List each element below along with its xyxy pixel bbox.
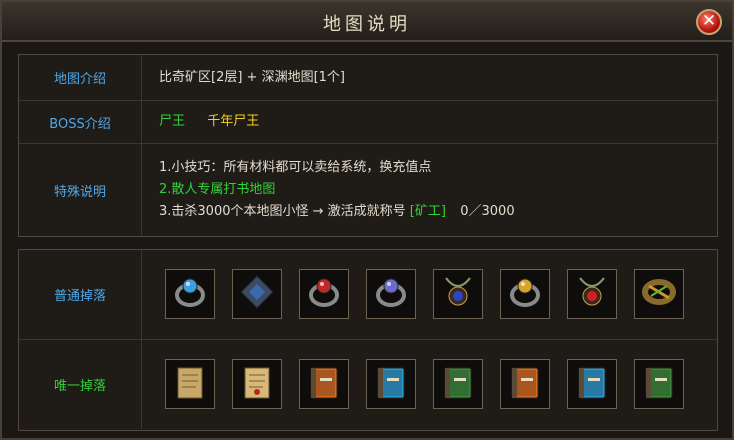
gold-ring-icon — [505, 272, 545, 316]
title-bar[interactable]: 地图说明 ✕ — [2, 2, 732, 42]
parchment-icon — [237, 362, 277, 406]
window-title: 地图说明 — [323, 14, 411, 35]
item-slot[interactable] — [299, 359, 349, 409]
item-slot[interactable] — [366, 269, 416, 319]
item-slot[interactable] — [165, 269, 215, 319]
unique-drops-label: 唯一掉落 — [19, 340, 142, 429]
kill-progress: 0／3000 — [460, 204, 515, 219]
item-slot[interactable] — [232, 269, 282, 319]
item-slot[interactable] — [366, 359, 416, 409]
sapphire-amulet-icon — [438, 272, 478, 316]
rune-stone-icon — [237, 272, 277, 316]
item-slot[interactable] — [433, 269, 483, 319]
map-row: 地图介绍 比奇矿区[2层] + 深渊地图[1个] — [19, 55, 717, 101]
map-value: 比奇矿区[2层] + 深渊地图[1个] — [159, 69, 345, 85]
item-slot[interactable] — [165, 359, 215, 409]
item-slot[interactable] — [232, 359, 282, 409]
green-skill-book-icon — [639, 362, 679, 406]
item-slot[interactable] — [634, 269, 684, 319]
close-icon[interactable]: ✕ — [696, 9, 722, 35]
map-info-window: 地图说明 ✕ 地图介绍 比奇矿区[2层] + 深渊地图[1个] BOSS介绍 尸… — [0, 0, 734, 440]
skull-ring-icon — [304, 272, 344, 316]
scroll-icon — [170, 362, 210, 406]
item-slot[interactable] — [500, 269, 550, 319]
blue-skill-book-icon — [371, 362, 411, 406]
achievement-title: [矿工] — [409, 204, 446, 219]
special-line-1: 1.小技巧：所有材料都可以卖给系统，换充值点 — [159, 160, 432, 175]
normal-drop-items — [165, 269, 701, 319]
drops-panel: 普通掉落 唯一掉落 — [18, 249, 718, 431]
item-slot[interactable] — [299, 269, 349, 319]
item-slot[interactable] — [500, 359, 550, 409]
map-label: 地图介绍 — [19, 55, 142, 100]
special-label: 特殊说明 — [19, 144, 142, 236]
item-slot[interactable] — [567, 359, 617, 409]
boss-name: 千年尸王 — [207, 114, 260, 129]
ruby-necklace-icon — [572, 272, 612, 316]
boss-name: 尸王 — [159, 114, 186, 129]
boss-label: BOSS介绍 — [19, 101, 142, 143]
orange-skill-book-icon — [304, 362, 344, 406]
boss-row: BOSS介绍 尸王 千年尸王 — [19, 101, 717, 144]
normal-drops-label: 普通掉落 — [19, 250, 142, 339]
unique-drop-items — [165, 359, 701, 409]
normal-drops-row: 普通掉落 — [19, 250, 717, 340]
green-skill-book-icon — [438, 362, 478, 406]
special-row: 特殊说明 1.小技巧：所有材料都可以卖给系统，换充值点 2.散人专属打书地图 3… — [19, 144, 717, 236]
kill-goal-text: 3.击杀3000个本地图小怪 → 激活成就称号 — [159, 204, 406, 219]
item-slot[interactable] — [567, 269, 617, 319]
orange-skill-book-icon — [505, 362, 545, 406]
special-line-2: 2.散人专属打书地图 — [159, 182, 276, 197]
info-panel: 地图介绍 比奇矿区[2层] + 深渊地图[1个] BOSS介绍 尸王 千年尸王 … — [18, 54, 718, 237]
ring-icon — [170, 272, 210, 316]
bracelet-icon — [639, 272, 679, 316]
special-line-3: 3.击杀3000个本地图小怪 → 激活成就称号 [矿工] 0／3000 — [159, 201, 707, 223]
item-slot[interactable] — [634, 359, 684, 409]
item-slot[interactable] — [433, 359, 483, 409]
unique-drops-row: 唯一掉落 — [19, 340, 717, 429]
silver-ring-icon — [371, 272, 411, 316]
blue-skill-book-icon — [572, 362, 612, 406]
